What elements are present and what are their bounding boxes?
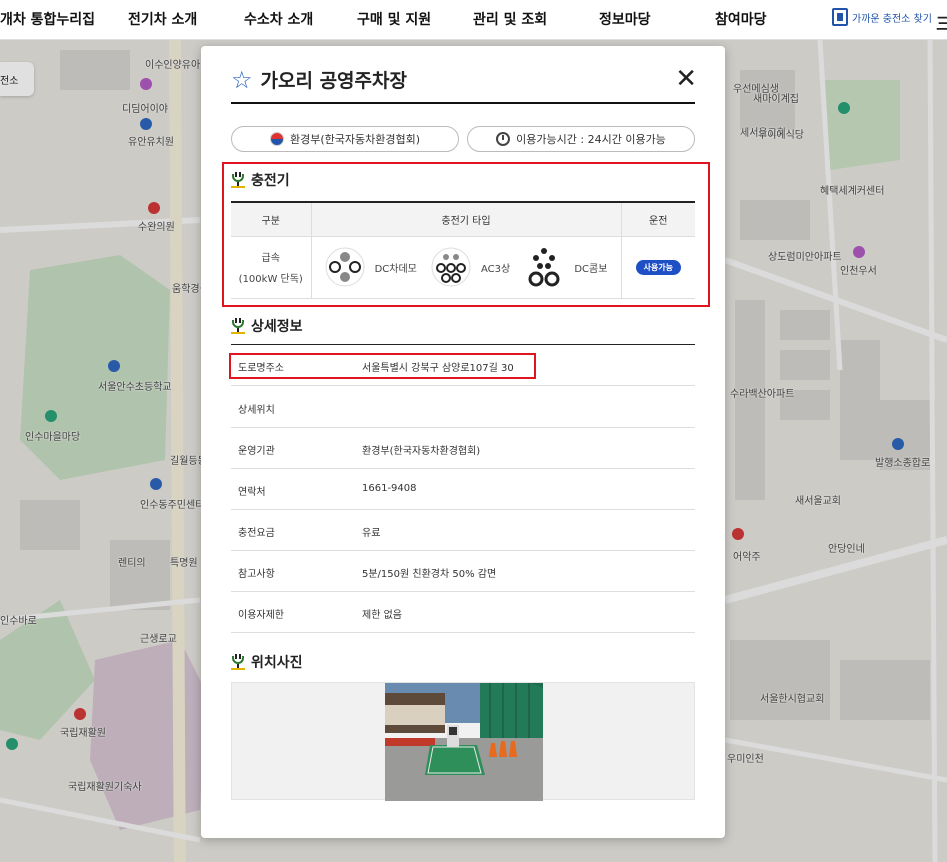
connector-label: AC3상 — [480, 263, 511, 275]
station-detail-modal: ☆ 가오리 공영주차장 ✕ 환경부(한국자동차환경협회) 이용가능시간 : 24… — [201, 46, 725, 838]
detail-key: 운영기관 — [238, 446, 275, 457]
korea-flag-icon — [269, 132, 284, 146]
plug-icon — [231, 654, 245, 670]
close-icon[interactable]: ✕ — [675, 66, 697, 92]
top-navigation: 개차 통합누리집 전기차 소개 수소차 소개 구매 및 지원 관리 및 조회 정… — [0, 0, 947, 40]
location-photo[interactable] — [385, 683, 543, 801]
connector-label: DC콤보 — [574, 263, 608, 275]
nav-site-title[interactable]: 개차 통합누리집 — [0, 9, 95, 29]
hours-pill-label: 이용가능시간 : 24시간 이용가능 — [516, 133, 666, 146]
modal-header: ☆ 가오리 공영주차장 — [231, 68, 695, 104]
detail-row-contact: 연락처 1661-9408 — [231, 469, 695, 510]
plug-icon — [231, 318, 245, 334]
detail-key: 연락처 — [238, 487, 266, 498]
photo-section-label: 위치사진 — [251, 655, 303, 671]
nav-ev-intro[interactable]: 전기차 소개 — [128, 9, 197, 29]
charger-category-speed: 급속 — [261, 253, 280, 264]
connector-dc-chademo: DC차데모 — [325, 247, 417, 287]
detail-row-restriction: 이용자제한 제한 없음 — [231, 592, 695, 633]
charger-header-status: 운전 — [621, 202, 695, 237]
nearby-station-label: 가까운 충전소 찾기 — [852, 13, 932, 25]
detail-section-title: 상세정보 — [231, 316, 303, 336]
nav-manage-lookup[interactable]: 관리 및 조회 — [473, 9, 547, 29]
detail-row-operator: 운영기관 환경부(한국자동차환경협회) — [231, 428, 695, 469]
charger-status: 사용가능 — [621, 236, 695, 299]
parking-photo-image — [385, 683, 543, 801]
detail-value: 유료 — [362, 528, 381, 539]
connector-label: DC차데모 — [374, 263, 417, 275]
nav-participation[interactable]: 참여마당 — [715, 9, 767, 29]
menu-icon[interactable]: 三 — [936, 10, 947, 34]
charger-category-power: (100kW 단독) — [238, 274, 303, 285]
detail-value: 5분/150원 친환경차 50% 감면 — [362, 569, 497, 580]
operator-pill-label: 환경부(한국자동차환경협회) — [289, 133, 421, 146]
connector-ac3: AC3상 — [431, 247, 510, 287]
station-name: 가오리 공영주차장 — [260, 70, 407, 92]
detail-section-label: 상세정보 — [251, 319, 303, 335]
detail-key: 참고사항 — [238, 569, 275, 580]
dc-combo-connector-icon — [528, 248, 560, 287]
operator-pill: 환경부(한국자동차환경협회) — [231, 126, 459, 152]
charger-header-type: 충전기 타입 — [311, 202, 622, 237]
address-highlight-box — [229, 353, 536, 379]
photo-section-title: 위치사진 — [231, 652, 303, 672]
dc-chademo-connector-icon — [325, 247, 365, 287]
hours-pill: 이용가능시간 : 24시간 이용가능 — [467, 126, 695, 152]
charger-table: 구분 충전기 타입 운전 급속 (100kW 단독) DC차데모 AC3상 DC… — [231, 201, 695, 299]
detail-row-notes: 참고사항 5분/150원 친환경차 50% 감면 — [231, 551, 695, 592]
clock-icon — [496, 132, 511, 146]
nav-info[interactable]: 정보마당 — [599, 9, 651, 29]
charger-types: DC차데모 AC3상 DC콤보 — [311, 236, 622, 299]
status-badge: 사용가능 — [635, 259, 681, 275]
detail-value: 제한 없음 — [362, 610, 402, 621]
detail-key: 충전요금 — [238, 528, 275, 539]
location-photo-area — [231, 682, 695, 801]
detail-value: 1661-9408 — [362, 483, 417, 494]
charger-row: 급속 (100kW 단독) DC차데모 AC3상 DC콤보 사용가능 — [231, 236, 695, 299]
charger-category: 급속 (100kW 단독) — [231, 236, 312, 299]
detail-row-location: 상세위치 — [231, 387, 695, 428]
detail-key: 상세위치 — [238, 405, 275, 416]
nearby-station-button[interactable]: 가까운 충전소 찾기 — [832, 8, 932, 26]
favorite-star-icon[interactable]: ☆ — [231, 68, 253, 92]
ac3-connector-icon — [431, 247, 471, 287]
detail-key: 이용자제한 — [238, 610, 284, 621]
charging-station-icon — [832, 8, 848, 26]
connector-dc-combo: DC콤보 — [524, 245, 607, 289]
detail-value: 환경부(한국자동차환경협회) — [362, 446, 481, 457]
charger-header-category: 구분 — [231, 202, 312, 237]
nav-purchase-support[interactable]: 구매 및 지원 — [357, 9, 431, 29]
detail-row-fee: 충전요금 유료 — [231, 510, 695, 551]
nav-hydrogen-intro[interactable]: 수소차 소개 — [244, 9, 313, 29]
